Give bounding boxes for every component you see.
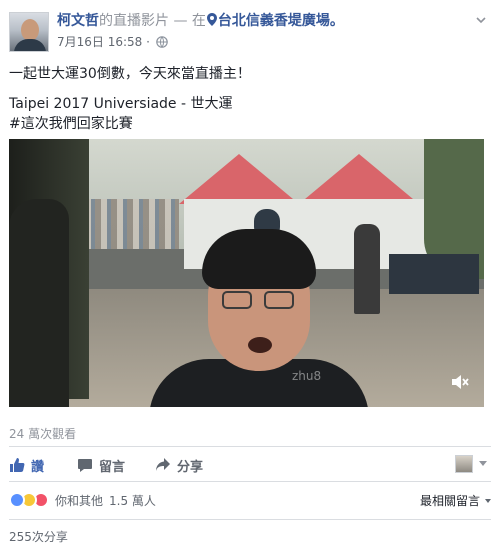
comment-label: 留言 <box>99 459 126 475</box>
live-video-player[interactable]: zhu8 <box>9 139 484 407</box>
timestamp-dot: · <box>146 35 150 49</box>
action-bar: 讚 留言 分享 <box>9 455 491 475</box>
divider <box>9 519 491 520</box>
avatar-body <box>14 39 46 51</box>
volume-muted-icon[interactable] <box>450 373 470 391</box>
share-button[interactable]: 分享 <box>155 455 203 475</box>
like-button[interactable]: 讚 <box>9 455 44 475</box>
author-avatar[interactable] <box>9 12 49 52</box>
post-time: 16:58 <box>107 35 143 49</box>
avatar-face <box>21 19 39 41</box>
like-label: 讚 <box>31 459 45 475</box>
post-date: 7月16日 <box>57 35 104 49</box>
share-count[interactable]: 255次分享 <box>9 528 68 545</box>
header-line: 柯文哲的直播影片 — 在台北信義香堤廣場。 <box>57 12 344 30</box>
comment-sort-label: 最相關留言 <box>419 494 480 508</box>
post-options-chevron-icon[interactable] <box>473 12 489 28</box>
speaker-hair <box>202 229 316 289</box>
reaction-summary[interactable]: 你和其他 1.5 萬人 <box>9 490 156 510</box>
sort-caret-icon <box>485 498 491 503</box>
divider <box>9 446 491 447</box>
reaction-count: 1.5 萬人 <box>109 493 156 508</box>
hashtag-link[interactable]: #這次我們回家比賽 <box>9 114 489 134</box>
comment-sort-dropdown[interactable]: 最相關留言 <box>420 492 491 509</box>
location-pin-icon <box>206 13 217 26</box>
comment-icon <box>78 459 92 472</box>
author-name-link[interactable]: 柯文哲 <box>57 13 99 29</box>
video-scene-equipment <box>389 254 479 294</box>
globe-icon <box>156 36 168 48</box>
post-card: 柯文哲的直播影片 — 在台北信義香堤廣場。 7月16日 16:58 · 一起世大… <box>0 0 500 545</box>
thumbs-up-icon <box>10 458 25 472</box>
view-count: 24 萬次觀看 <box>9 427 77 441</box>
post-type-text: 的直播影片 <box>99 13 169 29</box>
speaker-glasses-right <box>264 291 294 309</box>
share-label: 分享 <box>177 459 204 475</box>
reaction-text: 你和其他 <box>55 493 104 508</box>
post-as-chevron-icon[interactable] <box>479 461 487 466</box>
post-timestamp[interactable]: 7月16日 16:58 · <box>57 34 168 50</box>
video-watermark: zhu8 <box>292 369 322 383</box>
comment-button[interactable]: 留言 <box>77 455 125 475</box>
video-scene-speaker <box>144 229 374 407</box>
video-scene-bystander <box>9 199 69 407</box>
like-reaction-icon <box>9 492 25 508</box>
speaker-mouth <box>248 337 272 353</box>
post-as-avatar[interactable] <box>455 455 473 473</box>
location-link[interactable]: 台北信義香堤廣場。 <box>218 13 344 29</box>
location-prefix: — 在 <box>169 13 206 29</box>
post-header: 柯文哲的直播影片 — 在台北信義香堤廣場。 7月16日 16:58 · <box>9 8 489 52</box>
post-text: 一起世大運30倒數，今天來當直播主！ Taipei 2017 Universia… <box>9 64 489 134</box>
share-arrow-icon <box>156 458 170 471</box>
divider <box>9 481 491 482</box>
post-text-line: Taipei 2017 Universiade - 世大運 <box>9 96 233 112</box>
post-text-line: 一起世大運30倒數，今天來當直播主！ <box>9 66 251 82</box>
speaker-glasses-left <box>222 291 252 309</box>
